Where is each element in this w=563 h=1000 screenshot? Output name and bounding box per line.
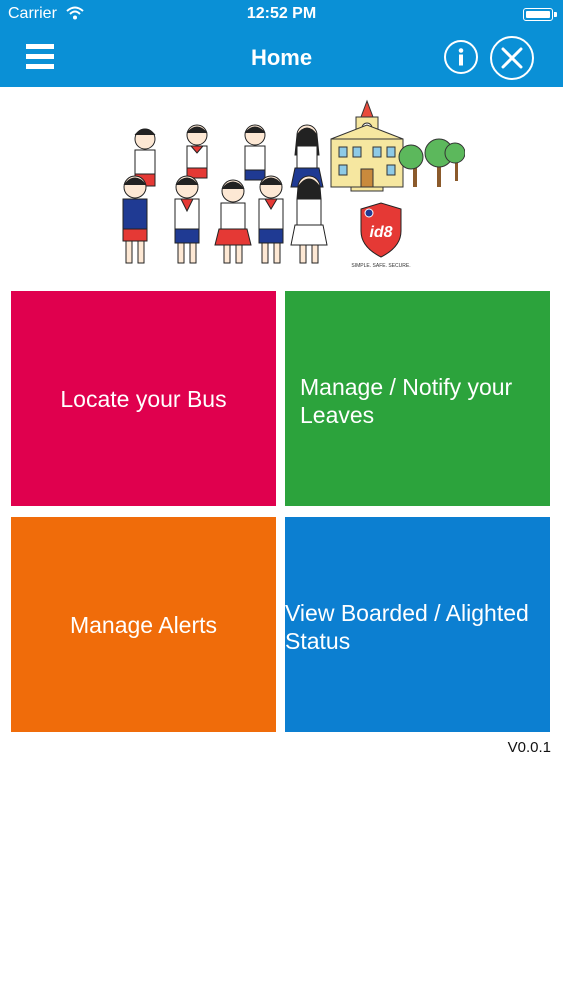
trees bbox=[398, 138, 466, 187]
version-label: V0.0.1 bbox=[507, 739, 551, 756]
close-button[interactable] bbox=[490, 36, 534, 80]
info-icon bbox=[458, 48, 464, 66]
manage-alerts-tile[interactable]: Manage Alerts bbox=[11, 517, 276, 732]
manage-leaves-tile[interactable]: Manage / Notify your Leaves bbox=[285, 291, 550, 506]
close-icon bbox=[501, 47, 523, 69]
page-title: Home bbox=[250, 45, 313, 70]
status-bar: Carrier 12:52 PM bbox=[0, 0, 563, 30]
clock-time: 12:52 PM bbox=[246, 5, 317, 22]
logo-tagline: SIMPLE. SAFE. SECURE. bbox=[351, 263, 410, 269]
boarded-status-label: View Boarded / Alighted Status bbox=[285, 600, 529, 654]
locate-bus-label: Locate your Bus bbox=[60, 386, 227, 412]
info-button[interactable] bbox=[444, 40, 478, 74]
children-group bbox=[122, 124, 328, 264]
locate-bus-tile[interactable]: Locate your Bus bbox=[11, 291, 276, 506]
boarded-status-tile[interactable]: View Boarded / Alighted Status bbox=[285, 517, 550, 732]
manage-leaves-label: Manage / Notify your Leaves bbox=[300, 374, 513, 428]
manage-alerts-label: Manage Alerts bbox=[69, 612, 218, 638]
battery-icon bbox=[523, 8, 557, 21]
logo-text: id8 bbox=[369, 224, 392, 241]
school-building bbox=[330, 99, 404, 192]
id8-logo: id8 SIMPLE. SAFE. SECURE. bbox=[351, 202, 411, 269]
nav-bar: Home bbox=[0, 30, 563, 87]
school-banner-illustration: id8 SIMPLE. SAFE. SECURE. bbox=[105, 95, 466, 280]
